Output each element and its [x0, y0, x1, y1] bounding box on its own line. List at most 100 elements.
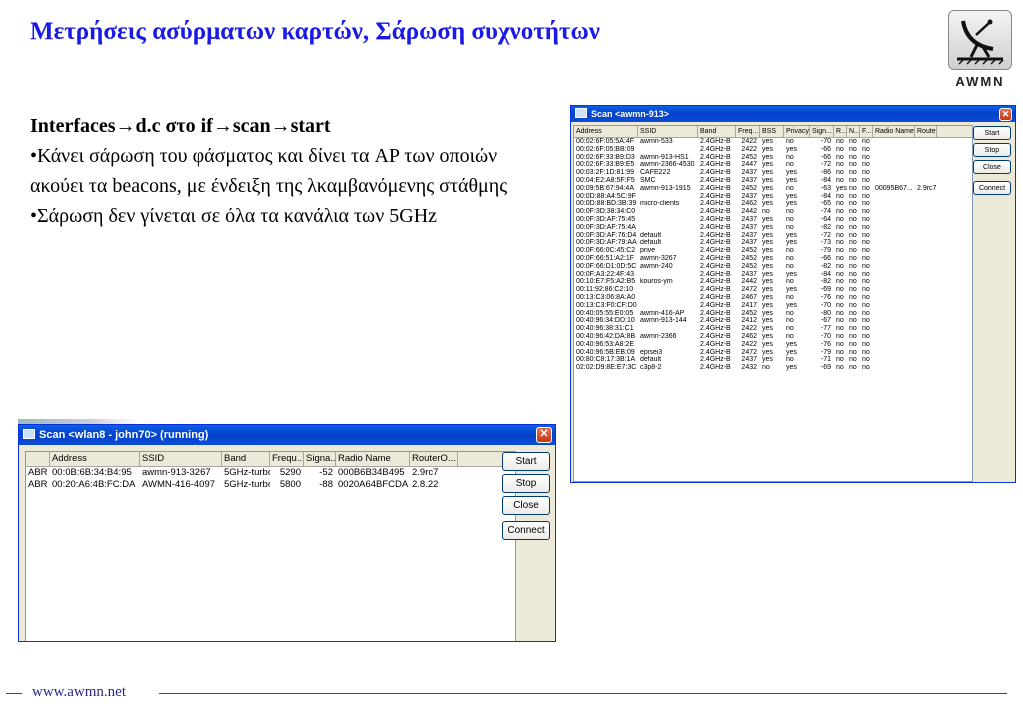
close-button[interactable]: Close — [973, 160, 1011, 174]
table-cell: -84 — [820, 176, 831, 184]
table-row[interactable]: 00:02:6F:33:B9:D3 awmn-913-HS1 2.4GHz-B 245… — [574, 154, 972, 162]
table-row[interactable]: 00:11:92:86:C2:10 2.4GHz-B 2472 yes yes -69 no… — [574, 286, 972, 294]
table-cell: -69 — [820, 286, 831, 294]
connect-button[interactable]: Connect — [502, 521, 550, 540]
table-cell: 00:13:C3:F0:CF:D0 — [576, 301, 637, 309]
table-row[interactable]: 00:40:05:55:E0:05 awmn-416-AP 2.4GHz-B 2452… — [574, 310, 972, 318]
column-header[interactable]: Radio Name — [336, 452, 410, 466]
table-cell — [873, 247, 915, 255]
column-header[interactable]: Sign... — [810, 126, 834, 137]
column-header[interactable]: Frequ... — [270, 452, 304, 466]
close-button[interactable]: Close — [502, 496, 550, 515]
title-bar[interactable]: Scan <awmn-913> ✕ — [571, 106, 1015, 122]
column-header[interactable]: Privacy — [784, 126, 810, 137]
table-cell: yes — [762, 317, 773, 325]
column-header[interactable]: F... — [860, 126, 873, 137]
column-header[interactable]: SSID — [638, 126, 698, 137]
close-icon[interactable]: ✕ — [536, 427, 552, 443]
table-cell: no — [836, 208, 844, 216]
table-row[interactable]: 02:02:D9:8E:E7:3C c3p8-2 2.4GHz-B 2432 no yes… — [574, 364, 972, 372]
table-row[interactable]: 00:80:C8:17:3B:1A default 2.4GHz-B 2437 yes n… — [574, 356, 972, 364]
column-header[interactable]: R... — [834, 126, 847, 137]
column-header[interactable]: BSS — [760, 126, 784, 137]
table-row[interactable]: 00:0F:3D:AF:76:D4 default 2.4GHz-B 2437 yes y… — [574, 232, 972, 240]
connect-button[interactable]: Connect — [973, 181, 1011, 195]
table-cell: no — [836, 293, 844, 301]
table-row[interactable]: 00:02:6F:33:B9:E5 awmn-2366-4530 2.4GHz-B 2… — [574, 161, 972, 169]
table-row[interactable]: 00:03:2F:1D:81:99 CAFE222 2.4GHz-B 2437 yes y… — [574, 169, 972, 177]
column-header[interactable] — [26, 452, 50, 466]
table-row[interactable]: 00:02:6F:05:5A:4F awmn-533 2.4GHz-B 2422 yes… — [574, 138, 972, 146]
column-header[interactable]: RouterO... — [410, 452, 458, 466]
table-row[interactable]: 00:0F:3D:AF:75:4A 2.4GHz-B 2437 yes no -82 no n… — [574, 224, 972, 232]
scan-results-table[interactable]: Address SSID Band Freq... BSS Privacy Sign... R… — [573, 125, 973, 482]
stop-button[interactable]: Stop — [973, 143, 1011, 157]
table-row[interactable]: 00:0F:66:D1:0D:5C awmn-240 2.4GHz-B 2452 yes… — [574, 263, 972, 271]
table-cell: no — [836, 239, 844, 247]
table-cell: 2.9rc7 — [917, 184, 937, 192]
column-header[interactable]: Radio Name — [873, 126, 915, 137]
table-row[interactable]: 00:0D:88:A4:5C:9F 2.4GHz-B 2437 yes yes -84 no… — [574, 193, 972, 201]
button-panel: Start Stop Close Connect — [973, 126, 1011, 198]
table-row[interactable]: 00:0D:88:BD:3B:39 micro-clients 2.4GHz-B 24… — [574, 200, 972, 208]
table-row[interactable]: 00:0F:3D:38:34:C0 2.4GHz-B 2442 no no -74 no no… — [574, 208, 972, 216]
column-header[interactable]: Signa... — [304, 452, 336, 466]
table-row[interactable]: 00:0F:A3:22:4F:43 2.4GHz-B 2437 yes yes -84 no… — [574, 271, 972, 279]
column-header[interactable]: Band — [698, 126, 736, 137]
table-cell: no — [786, 161, 794, 169]
table-cell: no — [836, 215, 844, 223]
table-cell — [915, 169, 937, 177]
table-cell: 2.4GHz-B — [700, 231, 731, 239]
table-row[interactable]: 00:0F:3D:AF:75:45 2.4GHz-B 2437 yes no -64 no n… — [574, 216, 972, 224]
table-row[interactable]: 00:40:96:5B:EB:09 episei3 2.4GHz-B 2472 yes y… — [574, 349, 972, 357]
table-cell: yes — [786, 239, 797, 247]
table-row[interactable]: 00:40:96:42:DA:8B awmn-2366 2.4GHz-B 2462 ye… — [574, 333, 972, 341]
table-cell: 2.4GHz-B — [700, 340, 731, 348]
table-row[interactable]: 00:40:96:53:A8:2E 2.4GHz-B 2422 yes yes -76 no… — [574, 341, 972, 349]
title-bar[interactable]: Scan <wlan8 - john70> (running) ✕ — [19, 425, 555, 445]
table-cell: -82 — [820, 223, 831, 231]
table-cell: 00:40:96:42:DA:8B — [576, 332, 636, 340]
close-icon[interactable]: ✕ — [999, 108, 1012, 121]
start-button[interactable]: Start — [973, 126, 1011, 140]
table-cell: no — [786, 332, 794, 340]
table-row[interactable]: ABR 00:0B:6B:34:B4:95 awmn-913-3267 5GHz-tu… — [26, 467, 515, 479]
table-row[interactable]: 00:0F:66:51:A2:1F awmn-3267 2.4GHz-B 2452 ye… — [574, 255, 972, 263]
column-header[interactable]: N... — [847, 126, 860, 137]
table-cell: 00:02:6F:33:B9:E5 — [576, 161, 635, 169]
table-row[interactable]: 00:0F:3D:AF:79:AA default 2.4GHz-B 2437 yes y… — [574, 239, 972, 247]
table-cell: yes — [762, 239, 773, 247]
table-row[interactable]: 00:40:96:34:DD:10 awmn-913-144 2.4GHz-B 241… — [574, 317, 972, 325]
table-row[interactable]: 00:13:C3:06:8A:A0 2.4GHz-B 2467 yes no -76 no n… — [574, 294, 972, 302]
table-cell: no — [786, 317, 794, 325]
table-cell: 2.4GHz-B — [700, 176, 731, 184]
column-header[interactable]: SSID — [140, 452, 222, 466]
table-row[interactable]: 00:09:5B:67:94:4A awmn-913-1915 2.4GHz-B 24… — [574, 185, 972, 193]
table-row[interactable]: 00:0F:66:0C:45:C2 prive 2.4GHz-B 2452 yes no -… — [574, 247, 972, 255]
table-cell: 2.4GHz-B — [700, 286, 731, 294]
column-header[interactable]: Band — [222, 452, 270, 466]
table-row[interactable]: 00:04:E2:A8:5F:F5 SMC 2.4GHz-B 2437 yes yes -8… — [574, 177, 972, 185]
table-body: ABR 00:0B:6B:34:B4:95 awmn-913-3267 5GHz-tu… — [26, 467, 515, 491]
stop-button[interactable]: Stop — [502, 474, 550, 493]
column-header[interactable]: Router... — [915, 126, 937, 137]
table-cell: no — [786, 278, 794, 286]
column-header[interactable]: Address — [574, 126, 638, 137]
table-row[interactable]: 00:13:C3:F0:CF:D0 2.4GHz-B 2417 yes yes -70 no… — [574, 302, 972, 310]
table-cell: no — [862, 231, 870, 239]
table-row[interactable]: 00:10:E7:F5:A2:B5 kouros-ym 2.4GHz-B 2442 ye… — [574, 278, 972, 286]
table-row[interactable]: ABR 00:20:A6:4B:FC:DA AWMN-416-4097 5GHz-tu… — [26, 479, 515, 491]
scan-results-table[interactable]: Address SSID Band Frequ... Signa... Radio Nam… — [25, 451, 516, 641]
table-cell — [873, 271, 915, 279]
table-cell: -76 — [820, 340, 831, 348]
start-button[interactable]: Start — [502, 452, 550, 471]
table-cell — [873, 302, 915, 310]
table-cell — [873, 154, 915, 162]
table-row[interactable]: 00:40:96:38:31:C1 2.4GHz-B 2422 yes no -77 no n… — [574, 325, 972, 333]
table-cell: yes — [762, 301, 773, 309]
table-row[interactable]: 00:02:6F:05:BB:09 2.4GHz-B 2422 yes yes -66 no… — [574, 146, 972, 154]
column-header[interactable]: Address — [50, 452, 140, 466]
table-cell: no — [862, 138, 870, 145]
column-header[interactable]: Freq... — [736, 126, 760, 137]
table-cell: 00:40:96:34:DD:10 — [576, 317, 635, 325]
